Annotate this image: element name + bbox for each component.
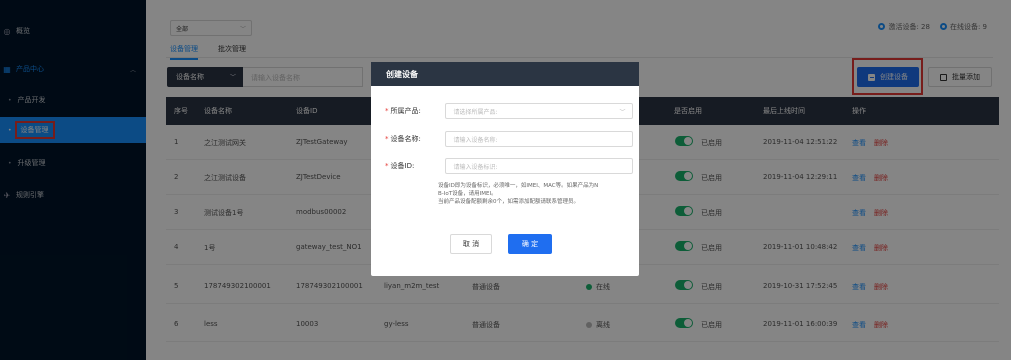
device-id-input[interactable]: 请输入设备标识: [444,158,633,174]
device-id-hint: 设备ID即为设备标识，必须唯一，如IMEI、MAC等。如果产品为N B-IoT设… [438,183,599,205]
modal-title: 创建设备 [371,62,639,86]
chevron-down-icon: ﹀ [619,109,626,116]
id-field-row: * 设备ID: 请输入设备标识: [385,158,633,174]
product-select[interactable]: 请选择所属产品: ﹀ [444,103,633,119]
device-name-input[interactable]: 请输入设备名称: [444,131,633,147]
confirm-button[interactable]: 确 定 [508,234,552,254]
create-device-modal: 创建设备 * 所属产品: 请选择所属产品: ﹀ * 设备名称: 请输入设备名称:… [371,62,639,276]
name-field-row: * 设备名称: 请输入设备名称: [385,131,633,147]
cancel-button[interactable]: 取 消 [450,234,492,254]
product-field-row: * 所属产品: 请选择所属产品: ﹀ [385,103,633,119]
